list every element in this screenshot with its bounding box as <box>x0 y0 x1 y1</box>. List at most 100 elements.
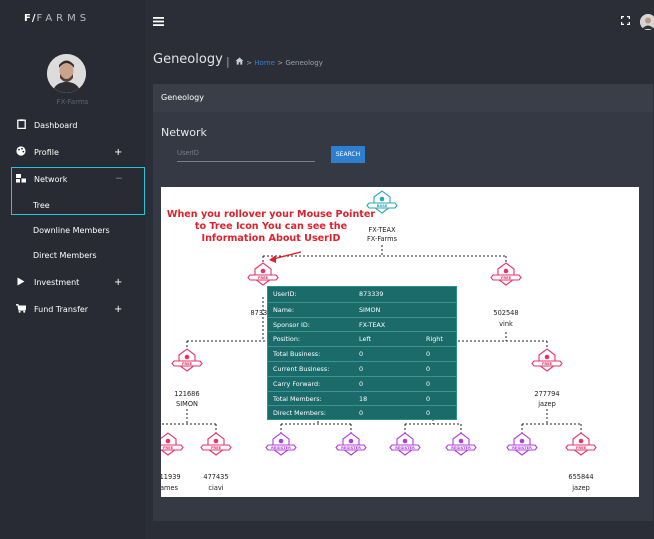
sidebar-subitem-tree[interactable]: Tree <box>33 201 50 210</box>
cart-icon <box>16 303 27 315</box>
info-key: Position: <box>273 335 301 344</box>
tree-node-icon[interactable]: FREE <box>171 348 203 372</box>
expand-icon[interactable]: + <box>114 277 122 288</box>
hamburger-menu-icon[interactable] <box>153 17 164 29</box>
breadcrumb-current: Geneology <box>285 59 323 67</box>
breadcrumb-home-link[interactable]: Home <box>254 59 275 67</box>
tree-node-name: ciavi <box>208 484 223 492</box>
card-header: Geneology <box>153 84 653 112</box>
info-value: 18 <box>359 394 368 403</box>
sidebar-item-network[interactable]: Network − <box>0 168 145 190</box>
user-info-tooltip: UserID: 873339 Name: SIMON Sponsor ID: FX-TEA… <box>267 286 457 420</box>
geneology-card: Geneology Network SEARCH BASEFX-TEAXFX-F… <box>153 84 653 521</box>
tree-node-id: 502548 <box>493 309 518 317</box>
info-value-right: Right <box>426 335 443 344</box>
tree-node-id: 655844 <box>568 473 593 481</box>
info-value: SIMON <box>359 305 381 314</box>
avatar[interactable] <box>47 54 86 93</box>
tree-panel: BASEFX-TEAXFX-FarmsFREE873339FREE502548v… <box>161 187 639 497</box>
tree-node-icon[interactable]: FREE <box>565 432 597 456</box>
clipboard-icon <box>16 119 26 131</box>
collapse-icon[interactable]: − <box>115 174 123 184</box>
info-value-right: 0 <box>426 409 431 418</box>
tree-node-icon[interactable]: REGISTER <box>335 432 367 456</box>
user-name: FX-Farms <box>56 98 89 106</box>
network-title: Network <box>161 126 207 139</box>
info-row: Sponsor ID: FX-TEAX <box>268 316 456 332</box>
sidebar-subitem-downline-members[interactable]: Downline Members <box>33 226 110 235</box>
network-icon <box>16 173 26 185</box>
tree-node-name: james <box>161 484 178 492</box>
tree-node-icon[interactable]: REGISTER <box>445 432 477 456</box>
fullscreen-icon[interactable] <box>620 15 631 28</box>
sidebar-item-investment[interactable]: Investment + <box>0 271 145 293</box>
info-value: Left <box>359 335 372 344</box>
info-value-right: 0 <box>426 365 431 373</box>
home-icon[interactable] <box>235 57 246 67</box>
info-row: Direct Members: 0 0 <box>268 405 456 420</box>
tree-node-name: SIMON <box>176 400 198 408</box>
palette-icon <box>16 146 26 158</box>
info-row: Name: SIMON <box>268 301 456 317</box>
top-avatar[interactable] <box>640 14 654 30</box>
tree-node-icon[interactable]: FREE <box>200 432 232 456</box>
sidebar-item-dashboard[interactable]: Dashboard <box>0 114 145 136</box>
logo-mark: F/ <box>24 13 37 24</box>
tree-node-icon[interactable]: REGISTER <box>389 432 421 456</box>
logo[interactable]: F/FARMS <box>24 13 90 24</box>
tree-node-icon[interactable]: FREE <box>247 262 279 286</box>
info-row: Carry Forward: 0 0 <box>268 375 456 391</box>
badge-label: REGISTER <box>512 446 532 450</box>
tree-node-id: 277794 <box>534 390 559 398</box>
logo-text: FARMS <box>36 13 91 24</box>
sidebar: F/FARMS FX-Farms Dashboard Profile + Net… <box>0 0 145 539</box>
info-key: Carry Forward: <box>273 379 321 388</box>
userid-search-input[interactable] <box>177 146 315 162</box>
badge-label: FREE <box>163 446 174 450</box>
info-value: 873339 <box>359 290 384 298</box>
tree-node-id: 611939 <box>161 473 181 481</box>
breadcrumb-separator: > <box>277 59 284 67</box>
page-title: Geneology <box>153 52 223 67</box>
tree-node-icon[interactable]: REGISTER <box>265 432 297 456</box>
search-button[interactable]: SEARCH <box>331 146 365 163</box>
annotation-line: to Tree Icon You can see the <box>194 221 348 232</box>
badge-label: FREE <box>576 446 587 450</box>
info-row: UserID: 873339 <box>268 287 456 302</box>
info-row: Total Business: 0 0 <box>268 346 456 361</box>
info-key: Sponsor ID: <box>273 320 310 329</box>
divider: | <box>226 55 230 68</box>
sidebar-subitem-direct-members[interactable]: Direct Members <box>33 251 97 260</box>
info-row: Current Business: 0 0 <box>268 361 456 376</box>
expand-icon[interactable]: + <box>114 147 122 158</box>
sidebar-item-label: Investment <box>34 277 80 287</box>
tree-node-icon[interactable]: FREE <box>161 432 184 456</box>
avatar-image <box>47 54 86 93</box>
info-value-right: 0 <box>426 350 431 359</box>
info-key: Direct Members: <box>273 409 326 418</box>
expand-icon[interactable]: + <box>114 304 122 315</box>
tree-node-id: 477435 <box>203 473 228 481</box>
play-icon <box>16 277 26 288</box>
tree-node-icon[interactable]: REGISTER <box>506 432 538 456</box>
info-row: Position: Left Right <box>268 331 456 346</box>
annotation-text: When you rollover your Mouse Pointer to … <box>161 209 381 245</box>
sidebar-item-profile[interactable]: Profile + <box>0 141 145 163</box>
breadcrumb-separator: > <box>246 59 253 67</box>
badge-label: REGISTER <box>341 446 361 450</box>
tree-node-icon[interactable]: FREE <box>490 262 522 286</box>
sidebar-item-fund-transfer[interactable]: Fund Transfer + <box>0 298 145 320</box>
badge-label: FREE <box>258 276 269 280</box>
badge-label: REGISTER <box>451 446 471 450</box>
info-row: Total Members: 18 0 <box>268 390 456 406</box>
tree-node-icon[interactable]: FREE <box>531 348 563 372</box>
info-key: Current Business: <box>273 365 330 373</box>
app: F/FARMS FX-Farms Dashboard Profile + Net… <box>0 0 654 539</box>
annotation-line: Information About UserID <box>201 233 341 244</box>
sidebar-item-label: Dashboard <box>34 120 78 130</box>
info-value: 0 <box>359 350 364 359</box>
sidebar-item-label: Network <box>34 174 68 184</box>
sidebar-item-label: Fund Transfer <box>34 304 89 314</box>
badge-label: FREE <box>542 362 553 366</box>
tree-node-name: vink <box>499 320 513 328</box>
